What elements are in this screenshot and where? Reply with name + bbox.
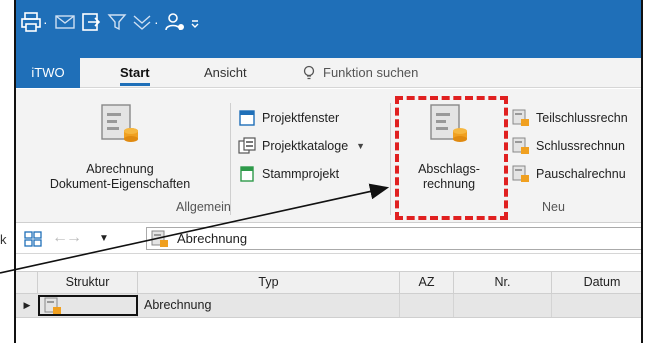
application-window: · · iTWO Start Ansicht Funktion suchen A… bbox=[14, 0, 643, 343]
separator bbox=[230, 103, 231, 215]
focused-cell-outline bbox=[38, 295, 138, 316]
customize-icon[interactable] bbox=[190, 10, 200, 34]
tab-itwo[interactable]: iTWO bbox=[16, 58, 80, 88]
ribbon-tab-bar: iTWO Start Ansicht Funktion suchen bbox=[16, 58, 641, 88]
project-catalogs-label: Projektkataloge bbox=[262, 139, 349, 153]
doc-props-label-line2: Dokument-Eigenschaften bbox=[49, 177, 191, 191]
print-icon[interactable] bbox=[20, 10, 42, 34]
cell-datum[interactable] bbox=[552, 294, 641, 317]
function-search[interactable]: Funktion suchen bbox=[302, 58, 418, 88]
final-invoice-label: Schlussrechnun bbox=[536, 139, 625, 153]
project-window-label: Projektfenster bbox=[262, 111, 340, 125]
partial-final-invoice-button[interactable]: Teilschlussrechn bbox=[512, 107, 628, 129]
document-grid: Struktur Typ AZ Nr. Datum ▶ Abrechnung bbox=[16, 254, 641, 343]
master-project-label: Stammprojekt bbox=[262, 167, 340, 181]
group-label-allgemein: Allgemein bbox=[176, 200, 231, 214]
group-label-neu: Neu bbox=[542, 200, 565, 214]
chevron-down-icon: ▼ bbox=[356, 141, 366, 151]
tab-ansicht[interactable]: Ansicht bbox=[204, 58, 247, 88]
project-window-button[interactable]: Projektfenster bbox=[238, 107, 339, 129]
column-header-nr[interactable]: Nr. bbox=[454, 272, 552, 293]
separator bbox=[390, 103, 391, 215]
cell-az[interactable] bbox=[400, 294, 454, 317]
column-header-typ[interactable]: Typ bbox=[138, 272, 400, 293]
lump-sum-invoice-button[interactable]: Pauschalrechnu bbox=[512, 163, 626, 185]
user-add-icon[interactable] bbox=[164, 10, 186, 34]
lump-sum-invoice-label: Pauschalrechnu bbox=[536, 167, 626, 181]
chevron-down-icon[interactable]: ▼ bbox=[99, 233, 109, 244]
dropdown-dot: · bbox=[154, 14, 159, 30]
collapse-icon[interactable] bbox=[131, 10, 153, 34]
dropdown-dot: · bbox=[43, 14, 48, 30]
highlight-box bbox=[395, 96, 508, 220]
column-header-az[interactable]: AZ bbox=[400, 272, 454, 293]
mail-icon[interactable] bbox=[54, 10, 76, 34]
document-properties-button[interactable]: Abrechnung Dokument-Eigenschaften bbox=[16, 103, 224, 192]
table-row[interactable]: ▶ Abrechnung bbox=[16, 294, 641, 318]
master-project-button[interactable]: Stammprojekt bbox=[238, 163, 339, 185]
invoice-icon bbox=[512, 109, 529, 126]
row-selector-header bbox=[16, 272, 38, 293]
partial-final-invoice-label: Teilschlussrechn bbox=[536, 111, 628, 125]
document-path-field[interactable]: Abrechnung bbox=[146, 227, 641, 250]
column-header-struktur[interactable]: Struktur bbox=[38, 272, 138, 293]
lightbulb-icon bbox=[303, 65, 315, 80]
invoice-icon bbox=[512, 165, 529, 182]
ribbon-panel: Abrechnung Dokument-Eigenschaften Projek… bbox=[16, 89, 641, 223]
document-path-value: Abrechnung bbox=[177, 231, 248, 246]
filter-icon[interactable] bbox=[106, 10, 128, 34]
back-forward-icon[interactable]: ←→ bbox=[52, 229, 82, 247]
structure-grid-icon[interactable] bbox=[24, 231, 42, 250]
cell-nr[interactable] bbox=[454, 294, 552, 317]
project-catalogs-button[interactable]: Projektkataloge ▼ bbox=[238, 135, 365, 157]
row-pointer-icon: ▶ bbox=[23, 300, 31, 310]
catalog-icon bbox=[238, 137, 256, 154]
invoice-icon bbox=[512, 137, 529, 154]
window-icon bbox=[239, 110, 255, 126]
cell-typ[interactable]: Abrechnung bbox=[138, 294, 400, 317]
document-invoice-icon bbox=[100, 103, 140, 145]
export-icon[interactable] bbox=[80, 10, 102, 34]
doc-props-label-line1: Abrechnung bbox=[86, 162, 154, 176]
tab-start[interactable]: Start bbox=[120, 58, 150, 88]
grid-header-row: Struktur Typ AZ Nr. Datum bbox=[16, 271, 641, 294]
quick-access-bar: · · bbox=[16, 0, 641, 58]
navigation-toolbar: ←→ ▼ Abrechnung bbox=[16, 224, 641, 254]
final-invoice-button[interactable]: Schlussrechnun bbox=[512, 135, 625, 157]
column-header-datum[interactable]: Datum bbox=[552, 272, 641, 293]
invoice-icon bbox=[151, 230, 168, 247]
cropped-caption-char: k bbox=[0, 232, 7, 247]
master-project-icon bbox=[240, 166, 254, 182]
function-search-label: Funktion suchen bbox=[323, 65, 419, 80]
